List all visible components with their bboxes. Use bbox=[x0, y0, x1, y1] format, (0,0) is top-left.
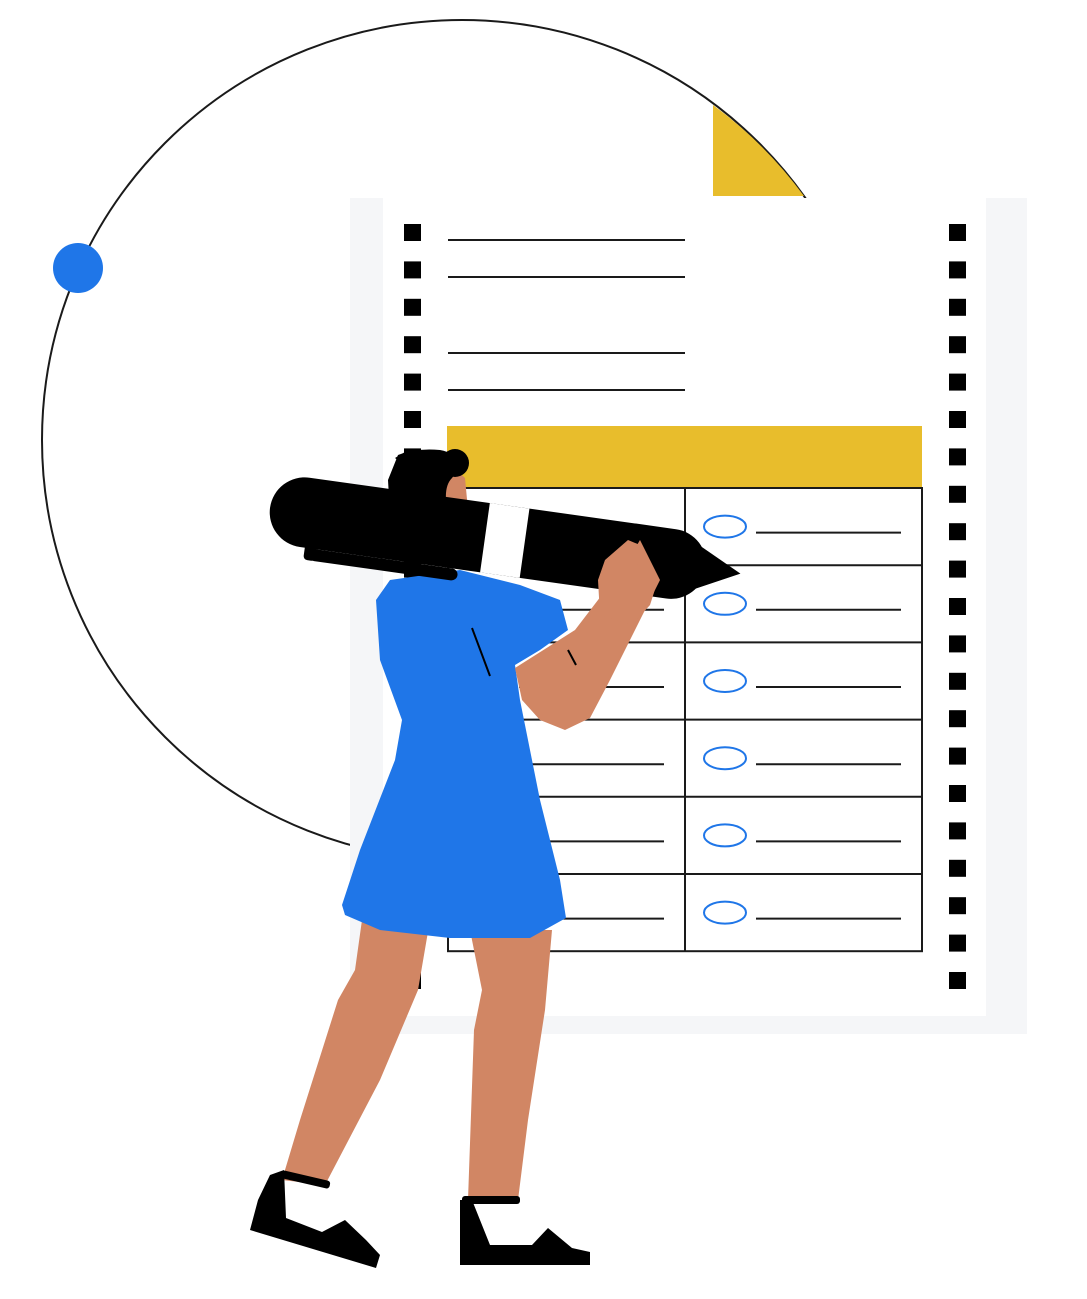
ballot-option-oval[interactable] bbox=[703, 823, 747, 848]
ballot-option-oval[interactable] bbox=[703, 514, 747, 539]
perforation-right bbox=[949, 672, 966, 690]
perforation-right bbox=[949, 448, 966, 466]
perforation-right bbox=[949, 224, 966, 241]
back-leg bbox=[468, 930, 552, 1200]
perforation-left bbox=[404, 373, 421, 391]
perforation-right bbox=[949, 598, 966, 615]
perforation-right bbox=[949, 411, 966, 428]
perforation-right bbox=[949, 785, 966, 802]
perforation-right bbox=[949, 523, 966, 541]
back-shoe bbox=[460, 1200, 590, 1265]
perforation-right bbox=[949, 972, 966, 989]
perforation-right bbox=[949, 261, 966, 279]
perforation-left bbox=[404, 411, 421, 428]
perforation-right bbox=[949, 373, 966, 391]
perforation-right bbox=[949, 560, 966, 578]
ballot-option-oval[interactable] bbox=[703, 591, 747, 616]
perforation-left bbox=[404, 298, 421, 316]
perforation-right bbox=[949, 485, 966, 503]
ballot-illustration bbox=[41, 19, 1027, 1268]
perforation-right bbox=[949, 822, 966, 840]
perforation-right bbox=[949, 859, 966, 877]
perforation-left bbox=[404, 336, 421, 354]
blue-dot bbox=[53, 243, 103, 293]
perforation-left bbox=[404, 224, 421, 241]
perforation-right bbox=[949, 336, 966, 354]
hair-bun bbox=[441, 449, 469, 477]
ballot-option-oval[interactable] bbox=[703, 669, 747, 693]
perforation-left bbox=[404, 261, 421, 279]
perforation-right bbox=[949, 298, 966, 316]
ballot-option-oval[interactable] bbox=[703, 746, 747, 771]
back-shoe-strap bbox=[462, 1196, 520, 1204]
yellow-circle-segment bbox=[713, 105, 804, 196]
perforation-right bbox=[949, 897, 966, 915]
perforation-right bbox=[949, 635, 966, 653]
perforation-right bbox=[949, 710, 966, 728]
ballot-header-bar bbox=[447, 426, 922, 488]
perforation-right bbox=[949, 747, 966, 765]
ballot-option-oval[interactable] bbox=[703, 900, 747, 925]
perforation-right bbox=[949, 934, 966, 952]
